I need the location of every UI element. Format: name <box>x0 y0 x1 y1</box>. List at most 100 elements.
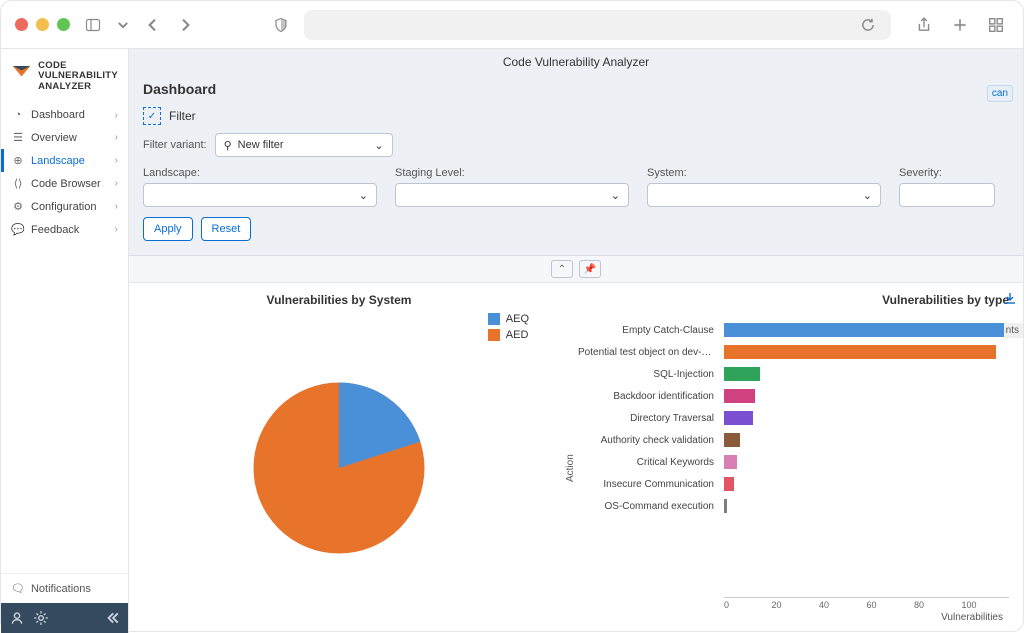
bar-fill <box>724 323 1004 337</box>
pin-button[interactable]: 📌 <box>579 260 601 278</box>
sidebar-footer <box>1 603 128 633</box>
bars-container: Empty Catch-ClausePotential test object … <box>578 313 1009 597</box>
filter-variant-value: New filter <box>238 139 284 151</box>
filter-variant-select[interactable]: ⚲New filter ⌄ <box>215 133 393 157</box>
sidebar-item-overview[interactable]: ☰Overview› <box>1 126 128 149</box>
bar-label: SQL-Injection <box>578 369 718 380</box>
chevron-right-icon: › <box>115 155 118 166</box>
collapse-sidebar-icon[interactable] <box>104 610 120 626</box>
notifications-row[interactable]: 🗨Notifications <box>1 573 128 603</box>
chevron-right-icon: › <box>115 132 118 143</box>
axis-tick: 60 <box>867 598 915 610</box>
dashboard-header: Dashboard <box>129 75 1023 107</box>
sidebar-item-code-browser[interactable]: ⟨⟩Code Browser› <box>1 172 128 195</box>
filter-icon: ⚲ <box>224 139 232 152</box>
minimize-window-button[interactable] <box>36 18 49 31</box>
axis-tick: 0 <box>724 598 772 610</box>
export-icon[interactable] <box>1003 291 1017 308</box>
main-content: Code Vulnerability Analyzer Dashboard ca… <box>129 49 1023 633</box>
settings-icon[interactable] <box>33 610 49 626</box>
sidebar-toggle-button[interactable] <box>80 12 106 38</box>
bar-row: Insecure Communication <box>578 473 1009 495</box>
bar-fill <box>724 499 727 513</box>
app-logo: CODE VULNERABILITY ANALYZER <box>1 49 128 104</box>
bar-fill <box>724 367 760 381</box>
bar-fill <box>724 389 755 403</box>
bar-label: OS-Command execution <box>578 501 718 512</box>
user-icon[interactable] <box>9 610 25 626</box>
pie-legend: AEQ AED <box>488 313 529 341</box>
bar-track <box>724 389 1009 403</box>
legend-label: AED <box>506 329 529 341</box>
system-select[interactable]: ⌄ <box>647 183 881 207</box>
sidebar-nav: ◔Dashboard› ☰Overview› ⊕Landscape› ⟨⟩Cod… <box>1 104 128 241</box>
bar-row: Authority check validation <box>578 429 1009 451</box>
privacy-shield-icon[interactable] <box>268 12 294 38</box>
sidebar: CODE VULNERABILITY ANALYZER ◔Dashboard› … <box>1 49 129 633</box>
bar-label: Authority check validation <box>578 435 718 446</box>
chevron-right-icon: › <box>115 110 118 121</box>
apply-button[interactable]: Apply <box>143 217 193 241</box>
filter-expand-toggle[interactable]: ✓ <box>143 107 161 125</box>
reload-icon[interactable] <box>855 12 881 38</box>
bar-row: Critical Keywords <box>578 451 1009 473</box>
chevron-down-icon: ⌄ <box>611 189 620 202</box>
tab-grid-icon[interactable] <box>983 12 1009 38</box>
bar-label: Backdoor identification <box>578 391 718 402</box>
sidebar-item-landscape[interactable]: ⊕Landscape› <box>1 149 128 172</box>
back-button[interactable] <box>140 12 166 38</box>
landscape-select[interactable]: ⌄ <box>143 183 377 207</box>
share-icon[interactable] <box>911 12 937 38</box>
sidebar-item-feedback[interactable]: 💬Feedback› <box>1 218 128 241</box>
logo-icon <box>11 61 32 85</box>
legend-item: AEQ <box>488 313 529 325</box>
new-tab-icon[interactable] <box>947 12 973 38</box>
chat-icon: 💬 <box>11 223 25 236</box>
bar-track <box>724 477 1009 491</box>
reset-button[interactable]: Reset <box>201 217 252 241</box>
axis-tick: 80 <box>914 598 962 610</box>
bar-track <box>724 367 1009 381</box>
maximize-window-button[interactable] <box>57 18 70 31</box>
bar-fill <box>724 433 740 447</box>
bar-fill <box>724 411 753 425</box>
pie-chart-panel: Vulnerabilities by System AEQ AED <box>129 283 549 633</box>
bar-row: Empty Catch-Clause <box>578 319 1009 341</box>
bar-row: OS-Command execution <box>578 495 1009 517</box>
staging-select[interactable]: ⌄ <box>395 183 629 207</box>
sidebar-item-label: Landscape <box>31 155 85 167</box>
notifications-label: Notifications <box>31 583 91 595</box>
pie-chart-title: Vulnerabilities by System <box>143 293 535 307</box>
bar-track <box>724 455 1009 469</box>
address-bar[interactable] <box>304 10 891 40</box>
severity-label: Severity: <box>899 167 995 179</box>
close-window-button[interactable] <box>15 18 28 31</box>
bar-track <box>724 499 1009 513</box>
forward-button[interactable] <box>172 12 198 38</box>
bar-fill <box>724 477 734 491</box>
legend-label: AEQ <box>506 313 529 325</box>
sidebar-item-label: Feedback <box>31 224 79 236</box>
axis-tick: 100 <box>962 598 1010 610</box>
legend-swatch <box>488 313 500 325</box>
dropdown-chevron-icon[interactable] <box>116 12 130 38</box>
can-pill[interactable]: can <box>987 85 1013 102</box>
bar-row: Directory Traversal <box>578 407 1009 429</box>
bar-fill <box>724 345 996 359</box>
sidebar-item-label: Dashboard <box>31 109 85 121</box>
legend-item: AED <box>488 329 529 341</box>
axis-tick: 20 <box>772 598 820 610</box>
collapse-up-button[interactable]: ⌃ <box>551 260 573 278</box>
sidebar-item-dashboard[interactable]: ◔Dashboard› <box>1 104 128 126</box>
chevron-right-icon: › <box>115 178 118 189</box>
bar-y-axis-label: Action <box>563 313 578 623</box>
chevron-right-icon: › <box>115 201 118 212</box>
sidebar-item-configuration[interactable]: ⚙Configuration› <box>1 195 128 218</box>
filter-variant-label: Filter variant: <box>143 139 207 151</box>
bar-track <box>724 323 1009 337</box>
severity-select[interactable] <box>899 183 995 207</box>
filter-title: Filter <box>169 109 196 123</box>
window-controls <box>15 18 70 31</box>
bar-label: Critical Keywords <box>578 457 718 468</box>
code-icon: ⟨⟩ <box>11 177 25 190</box>
